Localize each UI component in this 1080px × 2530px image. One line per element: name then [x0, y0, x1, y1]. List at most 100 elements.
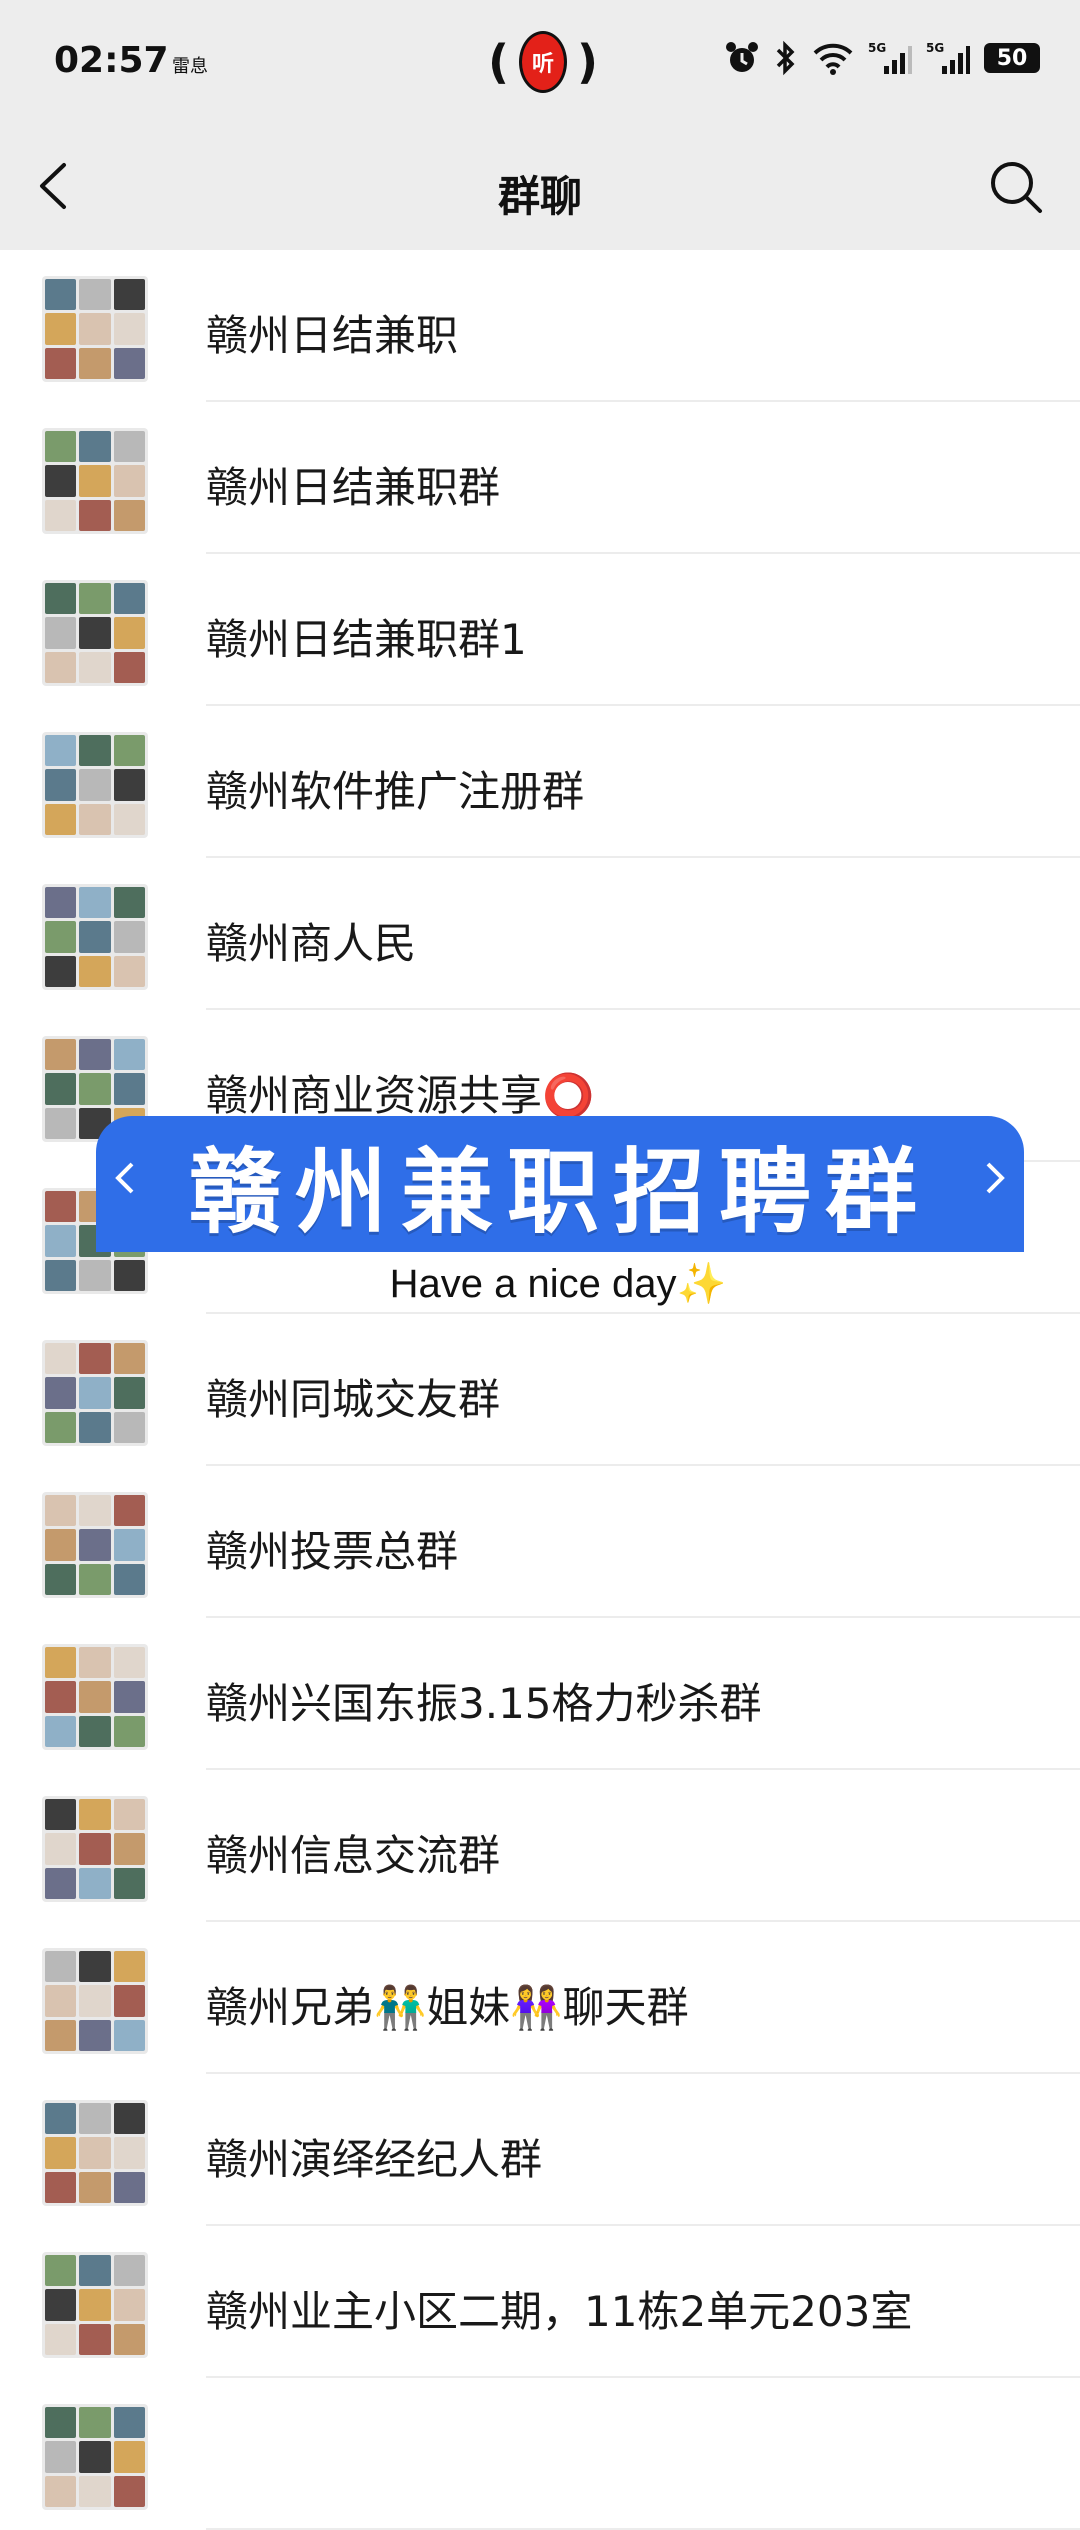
- avatar-tile: [113, 1951, 145, 1983]
- avatar-tile: [45, 803, 77, 835]
- search-icon[interactable]: [986, 157, 1046, 217]
- group-avatar: [42, 2252, 148, 2358]
- avatar-tile: [113, 1073, 145, 1105]
- avatar-tile: [79, 347, 111, 379]
- promo-banner: 赣州兼职招聘群: [96, 1116, 1024, 1252]
- group-row[interactable]: 赣州日结兼职群: [0, 402, 1080, 554]
- listen-app-indicator[interactable]: ( 听 ): [488, 26, 598, 98]
- avatar-tile: [113, 921, 145, 953]
- avatar-tile: [113, 313, 145, 345]
- avatar-tile: [79, 1377, 111, 1409]
- status-carrier: 雷息: [172, 56, 208, 77]
- group-row[interactable]: 赣州同城交友群: [0, 1314, 1080, 1466]
- group-avatar: [42, 2404, 148, 2510]
- avatar-tile: [113, 583, 145, 615]
- avatar-tile: [113, 1715, 145, 1747]
- group-row[interactable]: 赣州商人民: [0, 858, 1080, 1010]
- avatar-tile: [113, 1867, 145, 1899]
- avatar-tile: [113, 279, 145, 311]
- svg-text:5G: 5G: [926, 41, 944, 55]
- group-avatar: [42, 884, 148, 990]
- avatar-tile: [45, 1225, 77, 1257]
- avatar-tile: [45, 735, 77, 767]
- group-row[interactable]: 赣州日结兼职群1: [0, 554, 1080, 706]
- avatar-tile: [113, 2019, 145, 2051]
- avatar-tile: [79, 583, 111, 615]
- avatar-tile: [113, 1681, 145, 1713]
- group-name: 赣州日结兼职: [206, 311, 459, 360]
- group-row[interactable]: 赣州业主小区二期，11栋2单元203室: [0, 2226, 1080, 2378]
- avatar-tile: [79, 465, 111, 497]
- avatar-tile: [113, 1799, 145, 1831]
- avatar-tile: [79, 1073, 111, 1105]
- avatar-tile: [113, 1377, 145, 1409]
- avatar-tile: [79, 769, 111, 801]
- avatar-tile: [79, 1681, 111, 1713]
- avatar-tile: [113, 2137, 145, 2169]
- group-row[interactable]: 赣州投票总群: [0, 1466, 1080, 1618]
- avatar-tile: [113, 735, 145, 767]
- avatar-tile: [113, 803, 145, 835]
- avatar-tile: [79, 2019, 111, 2051]
- avatar-tile: [79, 1867, 111, 1899]
- avatar-tile: [45, 2137, 77, 2169]
- group-row[interactable]: 赣州信息交流群: [0, 1770, 1080, 1922]
- group-row[interactable]: [0, 2378, 1080, 2530]
- avatar-tile: [45, 1495, 77, 1527]
- group-row[interactable]: 赣州日结兼职: [0, 250, 1080, 402]
- avatar-tile: [79, 1039, 111, 1071]
- group-name: 赣州演绎经纪人群: [206, 2135, 543, 2184]
- avatar-tile: [79, 2441, 111, 2473]
- group-row[interactable]: 赣州演绎经纪人群: [0, 2074, 1080, 2226]
- avatar-tile: [45, 1799, 77, 1831]
- avatar-tile: [79, 431, 111, 463]
- avatar-tile: [45, 1681, 77, 1713]
- avatar-tile: [113, 465, 145, 497]
- avatar-tile: [79, 2103, 111, 2135]
- avatar-tile: [45, 2171, 77, 2203]
- avatar-tile: [79, 1495, 111, 1527]
- group-name: 赣州商人民: [206, 919, 417, 968]
- avatar-tile: [79, 2407, 111, 2439]
- group-name: 赣州同城交友群: [206, 1375, 501, 1424]
- avatar-tile: [45, 921, 77, 953]
- avatar-tile: [113, 2255, 145, 2287]
- group-avatar: [42, 1340, 148, 1446]
- avatar-tile: [113, 2171, 145, 2203]
- avatar-tile: [79, 921, 111, 953]
- group-name: 赣州兴国东振3.15格力秒杀群: [206, 1679, 762, 1728]
- avatar-tile: [45, 1343, 77, 1375]
- group-row[interactable]: 赣州兴国东振3.15格力秒杀群: [0, 1618, 1080, 1770]
- chevron-left-icon[interactable]: [110, 1148, 140, 1208]
- promo-tagline: Have a nice day✨: [389, 1262, 727, 1306]
- avatar-tile: [113, 1985, 145, 2017]
- group-avatar: [42, 428, 148, 534]
- avatar-tile: [45, 465, 77, 497]
- chevron-right-icon[interactable]: [980, 1148, 1010, 1208]
- group-name: 赣州投票总群: [206, 1527, 459, 1576]
- avatar-tile: [113, 1647, 145, 1679]
- avatar-tile: [45, 1867, 77, 1899]
- avatar-tile: [79, 1529, 111, 1561]
- avatar-tile: [79, 617, 111, 649]
- avatar-tile: [79, 651, 111, 683]
- avatar-tile: [113, 2441, 145, 2473]
- group-row[interactable]: 赣州软件推广注册群: [0, 706, 1080, 858]
- avatar-tile: [79, 2171, 111, 2203]
- group-row[interactable]: 赣州兄弟👬姐妹👭聊天群: [0, 1922, 1080, 2074]
- group-avatar: [42, 1644, 148, 1750]
- avatar-tile: [113, 499, 145, 531]
- avatar-tile: [79, 2289, 111, 2321]
- avatar-tile: [45, 1191, 77, 1223]
- group-name: 赣州商业资源共享⭕: [206, 1071, 595, 1120]
- avatar-tile: [79, 1411, 111, 1443]
- promo-title: 赣州兼职招聘群: [188, 1137, 931, 1246]
- group-avatar: [42, 1492, 148, 1598]
- avatar-tile: [79, 1715, 111, 1747]
- avatar-tile: [45, 2475, 77, 2507]
- avatar-tile: [113, 2289, 145, 2321]
- avatar-tile: [45, 617, 77, 649]
- avatar-tile: [45, 1411, 77, 1443]
- avatar-tile: [113, 1529, 145, 1561]
- avatar-tile: [45, 313, 77, 345]
